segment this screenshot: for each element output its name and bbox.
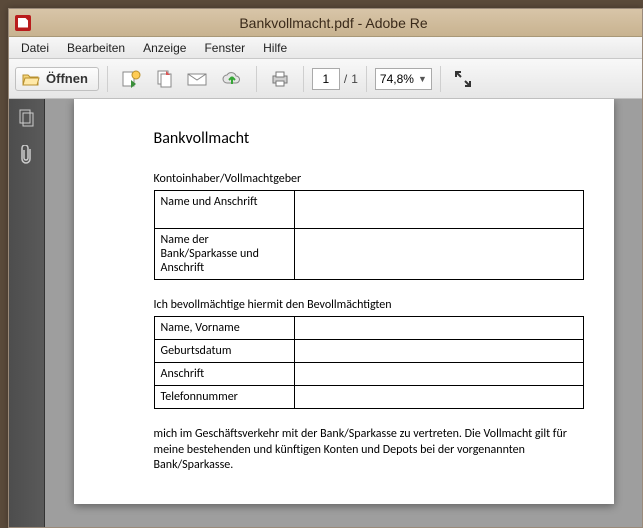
cell-value bbox=[294, 363, 583, 386]
cell-label: Name, Vorname bbox=[154, 317, 294, 340]
toolbar: Öffnen / 1 74,8% ▼ bbox=[9, 59, 642, 99]
content-area: Bankvollmacht Kontoinhaber/Vollmachtgebe… bbox=[9, 99, 642, 527]
menu-window[interactable]: Fenster bbox=[196, 39, 253, 57]
app-window: Bankvollmacht.pdf - Adobe Re Datei Bearb… bbox=[8, 8, 643, 528]
separator bbox=[366, 66, 367, 92]
cell-value bbox=[294, 340, 583, 363]
pdf-app-icon bbox=[15, 15, 31, 31]
separator bbox=[303, 66, 304, 92]
pdf-page: Bankvollmacht Kontoinhaber/Vollmachtgebe… bbox=[74, 99, 614, 504]
cell-value bbox=[294, 386, 583, 409]
side-panel bbox=[9, 99, 45, 527]
menu-edit[interactable]: Bearbeiten bbox=[59, 39, 133, 57]
cloud-upload-button[interactable] bbox=[216, 65, 248, 93]
pdf-viewer[interactable]: Bankvollmacht Kontoinhaber/Vollmachtgebe… bbox=[45, 99, 642, 527]
page-total: 1 bbox=[351, 72, 358, 86]
doc-copy-icon bbox=[155, 70, 173, 88]
attachments-icon[interactable] bbox=[20, 145, 34, 165]
table-row: Telefonnummer bbox=[154, 386, 583, 409]
print-button[interactable] bbox=[265, 65, 295, 93]
cell-label: Name der Bank/Sparkasse und Anschrift bbox=[154, 229, 294, 280]
mail-icon bbox=[187, 71, 207, 87]
cell-value bbox=[294, 191, 583, 229]
doc-title: Bankvollmacht bbox=[154, 129, 584, 148]
zoom-value: 74,8% bbox=[380, 72, 414, 86]
cell-label: Anschrift bbox=[154, 363, 294, 386]
expand-icon bbox=[454, 70, 472, 88]
menubar: Datei Bearbeiten Anzeige Fenster Hilfe bbox=[9, 37, 642, 59]
table-row: Name der Bank/Sparkasse und Anschrift bbox=[154, 229, 583, 280]
separator bbox=[440, 66, 441, 92]
table-account-holder: Name und Anschrift Name der Bank/Sparkas… bbox=[154, 190, 584, 280]
menu-view[interactable]: Anzeige bbox=[135, 39, 194, 57]
section1-label: Kontoinhaber/Vollmachtgeber bbox=[154, 172, 584, 186]
cell-label: Name und Anschrift bbox=[154, 191, 294, 229]
page-convert-icon bbox=[121, 70, 141, 88]
thumbnails-icon[interactable] bbox=[19, 109, 35, 127]
create-pdf-button[interactable] bbox=[116, 65, 146, 93]
table-row: Name, Vorname bbox=[154, 317, 583, 340]
section2-label: Ich bevollmächtige hiermit den Bevollmäc… bbox=[154, 298, 584, 312]
open-button[interactable]: Öffnen bbox=[15, 67, 99, 91]
chevron-down-icon: ▼ bbox=[418, 74, 427, 84]
open-label: Öffnen bbox=[46, 71, 88, 86]
cloud-up-icon bbox=[221, 71, 243, 87]
doc-paragraph: mich im Geschäftsverkehr mit der Bank/Sp… bbox=[154, 427, 584, 474]
page-nav: / 1 bbox=[312, 68, 358, 90]
window-title: Bankvollmacht.pdf - Adobe Re bbox=[31, 15, 636, 31]
page-current-input[interactable] bbox=[312, 68, 340, 90]
zoom-select[interactable]: 74,8% ▼ bbox=[375, 68, 432, 90]
table-row: Geburtsdatum bbox=[154, 340, 583, 363]
cell-value bbox=[294, 229, 583, 280]
separator bbox=[256, 66, 257, 92]
cell-label: Geburtsdatum bbox=[154, 340, 294, 363]
cell-value bbox=[294, 317, 583, 340]
table-row: Name und Anschrift bbox=[154, 191, 583, 229]
menu-file[interactable]: Datei bbox=[13, 39, 57, 57]
page-sep: / bbox=[344, 72, 347, 86]
separator bbox=[107, 66, 108, 92]
table-authorized-person: Name, Vorname Geburtsdatum Anschrift Tel… bbox=[154, 316, 584, 409]
folder-open-icon bbox=[22, 71, 40, 87]
fullscreen-button[interactable] bbox=[449, 65, 477, 93]
titlebar: Bankvollmacht.pdf - Adobe Re bbox=[9, 9, 642, 37]
menu-help[interactable]: Hilfe bbox=[255, 39, 295, 57]
save-button[interactable] bbox=[150, 65, 178, 93]
cell-label: Telefonnummer bbox=[154, 386, 294, 409]
printer-icon bbox=[270, 70, 290, 88]
email-button[interactable] bbox=[182, 65, 212, 93]
table-row: Anschrift bbox=[154, 363, 583, 386]
